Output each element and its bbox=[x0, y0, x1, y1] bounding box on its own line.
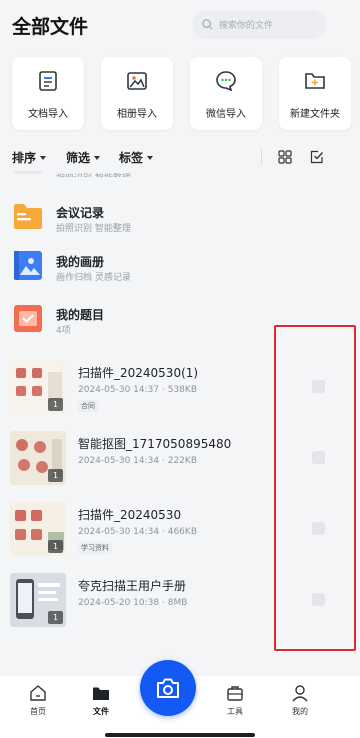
page-title: 全部文件 bbox=[12, 16, 89, 38]
chevron-down-icon bbox=[147, 155, 154, 160]
search-bar[interactable]: 搜索你的文件 bbox=[192, 10, 326, 39]
folder-title: 我的画册 bbox=[56, 255, 105, 269]
file-date: 2024-05-20 10:38 bbox=[78, 598, 160, 608]
tab-tools[interactable]: 工具 bbox=[215, 684, 255, 717]
wechat-import-icon bbox=[216, 71, 236, 92]
multi-select-icon[interactable] bbox=[310, 150, 324, 164]
file-meta: 2024-05-30 14:34 · 222KB bbox=[78, 456, 197, 466]
folder-title: 会议记录 bbox=[56, 206, 105, 220]
file-thumbnail: 1 bbox=[10, 502, 66, 556]
quick-action-label: 微信导入 bbox=[206, 109, 246, 120]
tags-label: 标签 bbox=[119, 151, 144, 165]
grid-view-icon[interactable] bbox=[278, 150, 292, 164]
tab-label: 我的 bbox=[292, 707, 308, 716]
new-folder-button[interactable]: 新建文件夹 bbox=[279, 57, 351, 130]
sort-label: 排序 bbox=[12, 151, 37, 165]
partial-row-subtitle: 相册识别 智能整理 bbox=[56, 171, 131, 177]
file-title: 扫描件_20240530 bbox=[78, 508, 182, 522]
meta-separator: · bbox=[161, 527, 165, 537]
chevron-down-icon bbox=[94, 155, 101, 160]
wechat-import-button[interactable]: 微信导入 bbox=[190, 57, 262, 130]
tab-home[interactable]: 首页 bbox=[18, 684, 58, 717]
document-import-icon bbox=[39, 71, 57, 91]
new-folder-icon bbox=[305, 73, 325, 89]
file-size: 466KB bbox=[167, 527, 197, 537]
file-meta: 2024-05-30 14:34 · 466KB bbox=[78, 527, 197, 537]
sort-dropdown[interactable]: 排序 bbox=[12, 149, 47, 166]
folder-subtitle: 4项 bbox=[56, 326, 71, 336]
document-import-button[interactable]: 文档导入 bbox=[12, 57, 84, 130]
camera-scan-button[interactable] bbox=[140, 660, 196, 716]
home-icon bbox=[30, 685, 46, 701]
file-thumbnail: 1 bbox=[10, 360, 66, 414]
file-meta: 2024-05-20 10:38 · 8MB bbox=[78, 598, 187, 608]
page-count-badge: 1 bbox=[48, 398, 63, 411]
album-folder-icon bbox=[14, 251, 42, 280]
partial-row-icon bbox=[13, 171, 43, 174]
meta-separator: · bbox=[161, 456, 165, 466]
album-import-button[interactable]: 相册导入 bbox=[101, 57, 173, 130]
folder-row[interactable]: 我的画册 画作归档 灵感记录 bbox=[0, 250, 360, 294]
search-placeholder: 搜索你的文件 bbox=[219, 21, 274, 31]
folder-icon bbox=[14, 204, 42, 229]
meta-separator: · bbox=[161, 598, 165, 608]
tab-label: 首页 bbox=[30, 707, 46, 716]
chevron-down-icon bbox=[40, 155, 47, 160]
camera-icon bbox=[157, 678, 179, 698]
page-count-badge: 1 bbox=[48, 540, 63, 553]
file-thumbnail: 1 bbox=[10, 573, 66, 627]
folder-subtitle: 画作归档 灵感记录 bbox=[56, 273, 131, 283]
file-title: 夸克扫描王用户手册 bbox=[78, 579, 187, 593]
toolbox-icon bbox=[227, 686, 243, 701]
home-indicator bbox=[105, 733, 255, 737]
file-thumbnail: 1 bbox=[10, 431, 66, 485]
tab-files[interactable]: 文件 bbox=[81, 684, 121, 717]
file-title: 智能抠图_1717050895480 bbox=[78, 437, 232, 451]
tab-label: 文件 bbox=[93, 707, 109, 716]
quick-action-label: 相册导入 bbox=[117, 109, 157, 120]
quick-actions: 文档导入 相册导入 微信导入 新建文件夹 bbox=[12, 57, 352, 130]
file-size: 8MB bbox=[167, 598, 188, 608]
user-icon bbox=[292, 685, 308, 702]
highlight-box bbox=[274, 325, 356, 651]
file-tag: 学习资料 bbox=[78, 542, 112, 554]
quick-action-label: 新建文件夹 bbox=[290, 109, 340, 120]
filter-dropdown[interactable]: 筛选 bbox=[66, 149, 101, 166]
filter-label: 筛选 bbox=[66, 151, 91, 165]
folder-tab-icon bbox=[93, 687, 109, 700]
file-date: 2024-05-30 14:37 bbox=[78, 385, 160, 395]
sort-filter-toolbar: 排序 筛选 标签 bbox=[12, 147, 352, 167]
folder-title: 我的题目 bbox=[56, 308, 105, 322]
questions-folder-icon bbox=[14, 305, 42, 332]
file-date: 2024-05-30 14:34 bbox=[78, 456, 160, 466]
tab-mine[interactable]: 我的 bbox=[280, 684, 320, 717]
page-count-badge: 1 bbox=[48, 611, 63, 624]
file-title: 扫描件_20240530(1) bbox=[78, 366, 199, 380]
file-size: 222KB bbox=[167, 456, 197, 466]
page-count-badge: 1 bbox=[48, 469, 63, 482]
folder-subtitle: 拍照识别 智能整理 bbox=[56, 224, 131, 234]
file-tag: 合同 bbox=[78, 400, 98, 412]
toolbar-divider bbox=[261, 149, 262, 165]
quick-action-label: 文档导入 bbox=[28, 109, 68, 120]
folder-row[interactable]: 会议记录 拍照识别 智能整理 bbox=[0, 201, 360, 245]
header: 全部文件 搜索你的文件 bbox=[0, 0, 360, 50]
file-size: 538KB bbox=[167, 385, 197, 395]
tags-dropdown[interactable]: 标签 bbox=[119, 149, 154, 166]
album-import-icon bbox=[127, 72, 147, 90]
file-date: 2024-05-30 14:34 bbox=[78, 527, 160, 537]
search-icon bbox=[202, 19, 213, 30]
file-meta: 2024-05-30 14:37 · 538KB bbox=[78, 385, 197, 395]
tab-label: 工具 bbox=[227, 707, 243, 716]
meta-separator: · bbox=[161, 385, 165, 395]
